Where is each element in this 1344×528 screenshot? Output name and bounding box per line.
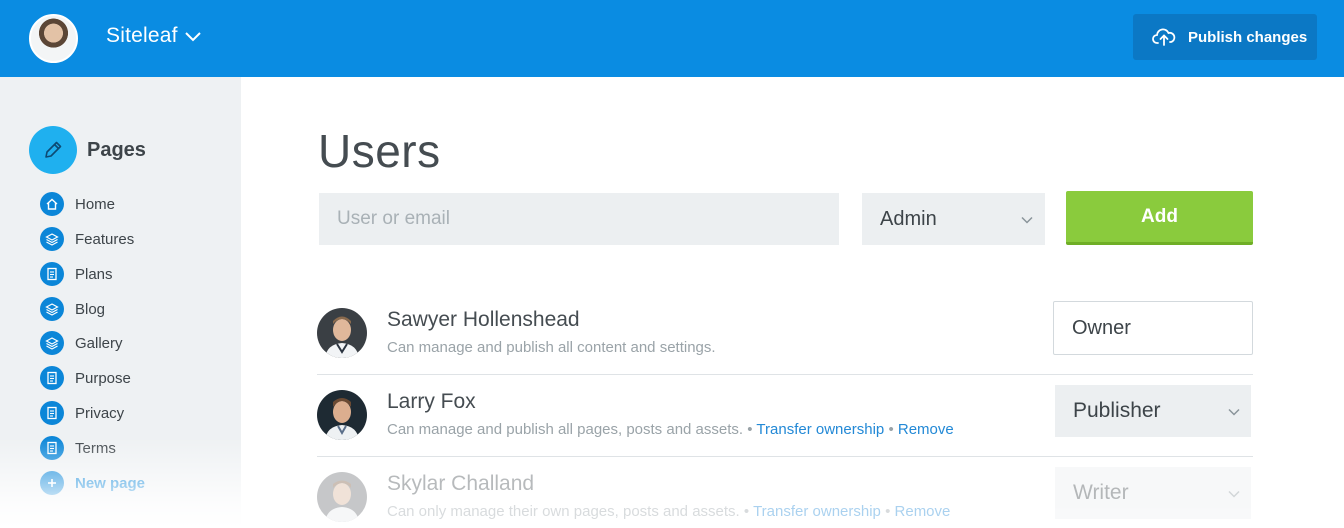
role-select-value: Admin — [880, 208, 937, 230]
user-description: Can manage and publish all content and s… — [387, 339, 716, 356]
top-bar: Siteleaf Publish changes — [0, 0, 1344, 77]
role-value: Owner — [1072, 317, 1131, 339]
sidebar-item-label: Terms — [75, 439, 116, 457]
page-icon — [40, 436, 64, 460]
separator: • — [888, 421, 894, 438]
page-icon — [40, 262, 64, 286]
user-avatar — [317, 390, 367, 440]
user-avatar — [317, 472, 367, 522]
page-title: Users — [318, 125, 441, 177]
sidebar-item-features[interactable]: Features — [40, 227, 134, 251]
chevron-down-icon[interactable] — [184, 27, 202, 45]
site-name[interactable]: Siteleaf — [106, 24, 178, 48]
add-user-button[interactable]: Add — [1066, 191, 1253, 245]
separator: • — [743, 503, 750, 520]
plus-icon — [40, 471, 64, 495]
sidebar-item-plans[interactable]: Plans — [40, 262, 113, 286]
user-description-text: Can only manage their own pages, posts a… — [387, 503, 740, 520]
sidebar-item-privacy[interactable]: Privacy — [40, 401, 124, 425]
role-select-value: Writer — [1073, 481, 1129, 504]
user-avatar — [317, 308, 367, 358]
layers-icon — [40, 227, 64, 251]
role-select[interactable]: Publisher — [1055, 385, 1251, 437]
user-row: Skylar Challand Can only manage their ow… — [317, 467, 1253, 528]
chevron-down-icon — [1228, 408, 1240, 416]
sidebar-item-label: New page — [75, 474, 146, 492]
remove-user-link[interactable]: Remove — [895, 503, 951, 520]
user-name: Sawyer Hollenshead — [387, 308, 580, 331]
sidebar-item-home[interactable]: Home — [40, 192, 115, 216]
chevron-down-icon — [1228, 490, 1240, 498]
sidebar-item-label: Purpose — [75, 369, 131, 387]
role-select[interactable]: Admin — [862, 193, 1045, 245]
user-description: Can only manage their own pages, posts a… — [387, 503, 950, 520]
layers-icon — [40, 297, 64, 321]
sidebar-item-blog[interactable]: Blog — [40, 297, 105, 321]
sidebar-item-label: Blog — [75, 300, 106, 318]
sidebar-item-new-page[interactable]: New page — [40, 471, 145, 495]
sidebar-item-label: Plans — [75, 265, 113, 283]
publish-changes-label: Publish changes — [1188, 29, 1308, 46]
layers-icon — [40, 331, 64, 355]
sidebar: Pages Home Features Plans Blog Gallery P — [0, 77, 241, 528]
separator: • — [885, 503, 891, 520]
user-row: Larry Fox Can manage and publish all pag… — [317, 385, 1253, 457]
page-icon — [40, 366, 64, 390]
separator: • — [747, 421, 753, 438]
publish-changes-button[interactable]: Publish changes — [1133, 14, 1317, 60]
sidebar-item-gallery[interactable]: Gallery — [40, 331, 123, 355]
sidebar-item-label: Gallery — [75, 334, 123, 352]
sidebar-item-terms[interactable]: Terms — [40, 436, 116, 460]
role-select[interactable]: Writer — [1055, 467, 1251, 519]
sidebar-item-label: Privacy — [75, 404, 125, 422]
chevron-down-icon — [1021, 216, 1033, 224]
user-or-email-input[interactable] — [319, 193, 839, 245]
role-select-value: Publisher — [1073, 399, 1161, 422]
user-description-text: Can manage and publish all content and s… — [387, 339, 716, 356]
user-name: Skylar Challand — [387, 472, 535, 495]
page-icon — [40, 401, 64, 425]
home-icon — [40, 192, 64, 216]
transfer-ownership-link[interactable]: Transfer ownership — [753, 503, 881, 520]
transfer-ownership-link[interactable]: Transfer ownership — [756, 421, 884, 438]
sidebar-item-label: Features — [75, 230, 135, 248]
account-avatar[interactable] — [29, 14, 78, 63]
user-name: Larry Fox — [387, 390, 476, 413]
cloud-upload-icon — [1152, 28, 1176, 46]
sidebar-item-label: Home — [75, 195, 116, 213]
sidebar-item-purpose[interactable]: Purpose — [40, 366, 131, 390]
pencil-icon — [29, 126, 77, 174]
user-row: Sawyer Hollenshead Can manage and publis… — [317, 301, 1253, 375]
user-description-text: Can manage and publish all pages, posts … — [387, 421, 744, 438]
user-description: Can manage and publish all pages, posts … — [387, 421, 954, 438]
role-display-owner: Owner — [1053, 301, 1253, 355]
remove-user-link[interactable]: Remove — [898, 421, 954, 438]
sidebar-section-title: Pages — [87, 139, 146, 161]
